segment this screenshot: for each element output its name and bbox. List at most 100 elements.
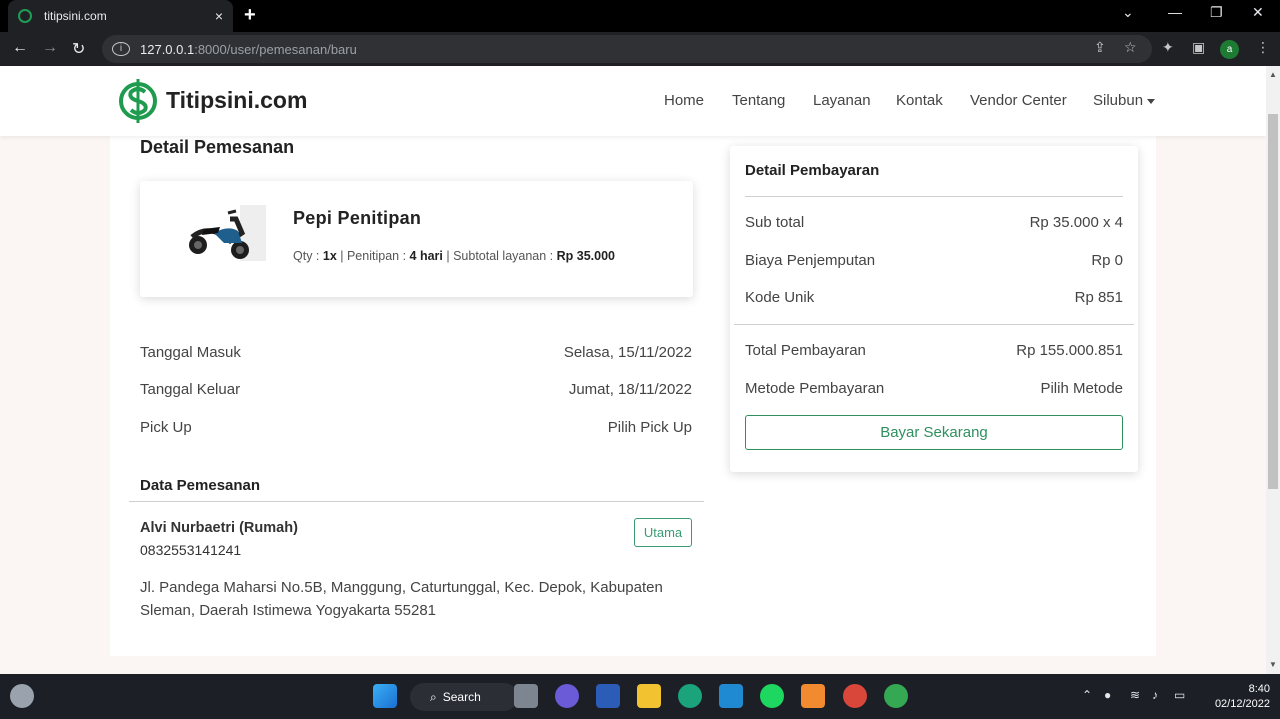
windows-start-icon[interactable] [373,684,397,708]
nav-layanan[interactable]: Layanan [813,92,871,109]
payment-row-total: Total Pembayaran Rp 155.000.851 [745,342,1123,359]
tray-chevron-icon[interactable]: ⌃ [1082,688,1092,702]
divider [745,196,1123,197]
product-qty: 1x [322,249,337,263]
url-text[interactable]: 127.0.0.1:8000/user/pemesanan/baru [140,42,357,57]
chevron-down-icon [1147,98,1156,104]
browser-tab[interactable]: titipsini.com × [8,0,233,32]
brand-name[interactable]: Titipsini.com [166,87,307,114]
payment-label: Total Pembayaran [745,342,866,359]
vscode-icon[interactable] [719,684,743,708]
payment-method-select[interactable]: Pilih Metode [1040,380,1123,397]
product-card: Pepi Penitipan Qty : 1x | Penitipan : 4 … [140,181,693,297]
divider [734,324,1134,325]
address-bar[interactable]: i 127.0.0.1:8000/user/pemesanan/baru [102,35,1152,63]
taskbar: ⌕ Search ⌃ ● ≋ ♪ ▭ 8:40 02/12/2022 [0,674,1280,719]
divider [129,501,704,502]
site-info-icon[interactable]: i [112,42,130,56]
row-label: Tanggal Masuk [140,344,241,361]
logo-icon[interactable] [118,76,158,126]
payment-row-method: Metode Pembayaran Pilih Metode [745,380,1123,397]
edge-icon[interactable] [678,684,702,708]
payment-label: Sub total [745,214,805,231]
customer-name: Alvi Nurbaetri (Rumah) [140,520,298,536]
customer-address: Jl. Pandega Maharsi No.5B, Manggung, Cat… [140,579,663,619]
profile-avatar[interactable]: a [1220,40,1239,59]
share-icon[interactable]: ⇪ [1094,39,1106,56]
customer-heading: Data Pemesanan [140,477,261,494]
payment-value: Rp 35.000 x 4 [1029,214,1123,231]
row-tanggal-keluar: Tanggal Keluar Jumat, 18/11/2022 [140,381,692,398]
task-view-icon[interactable] [514,684,538,708]
tab-close-icon[interactable]: × [215,8,223,24]
primary-address-badge[interactable]: Utama [634,518,692,547]
xampp-icon[interactable] [801,684,825,708]
product-subtotal: Rp 35.000 [556,249,616,263]
order-detail-heading: Detail Pemesanan [140,137,295,157]
window-close-icon[interactable]: ✕ [1252,4,1264,21]
tab-search-icon[interactable]: ⌄ [1122,4,1134,21]
taskbar-search[interactable]: ⌕ Search [410,683,518,711]
teams-chat-icon[interactable] [555,684,579,708]
product-meta: Qty : 1x | Penitipan : 4 hari | Subtotal… [293,249,616,263]
side-panel-icon[interactable]: ▣ [1192,39,1205,56]
payment-card: Detail Pembayaran Sub total Rp 35.000 x … [730,146,1138,472]
user-name: Silubun [1093,92,1144,109]
clock-date: 02/12/2022 [1214,698,1270,710]
site-favicon-icon [18,9,32,23]
nav-user-menu[interactable]: Silubun [1093,92,1156,109]
row-label: Pick Up [140,419,192,436]
chrome-profile-icon[interactable] [884,684,908,708]
product-name: Pepi Penitipan [293,208,422,228]
weather-icon[interactable] [10,684,34,708]
word-icon[interactable] [596,684,620,708]
browser-titlebar: titipsini.com × + ⌄ — ❐ ✕ [0,0,1280,32]
search-icon: ⌕ [430,689,437,704]
file-explorer-icon[interactable] [637,684,661,708]
nav-tentang[interactable]: Tentang [732,92,785,109]
back-icon[interactable]: ← [12,39,28,57]
page-scrollbar[interactable]: ▲ ▼ [1266,66,1280,674]
browser-toolbar: ← → ↻ i 127.0.0.1:8000/user/pemesanan/ba… [0,32,1280,66]
page-viewport: Titipsini.com Home Tentang Layanan Konta… [0,66,1266,674]
menu-icon[interactable]: ⋮ [1256,39,1270,56]
taskbar-clock[interactable]: 8:40 02/12/2022 [1200,682,1270,712]
reload-icon[interactable]: ↻ [72,39,85,59]
tab-title: titipsini.com [44,9,107,23]
battery-icon[interactable]: ▭ [1174,688,1185,702]
forward-icon[interactable]: → [42,39,58,57]
extensions-icon[interactable]: ✦ [1162,39,1174,56]
row-label: Tanggal Keluar [140,381,241,398]
scroll-up-icon[interactable]: ▲ [1269,70,1277,79]
payment-label: Kode Unik [745,289,815,306]
meet-now-icon[interactable]: ● [1104,688,1111,702]
spotify-icon[interactable] [760,684,784,708]
row-value[interactable]: Selasa, 15/11/2022 [564,344,692,361]
new-tab-icon[interactable]: + [244,4,256,27]
payment-row-subtotal: Sub total Rp 35.000 x 4 [745,214,1123,231]
bookmark-star-icon[interactable]: ☆ [1124,39,1137,56]
payment-label: Biaya Penjemputan [745,252,876,269]
nav-kontak[interactable]: Kontak [896,92,943,109]
scrollbar-thumb[interactable] [1268,114,1278,489]
site-header: Titipsini.com Home Tentang Layanan Konta… [0,66,1266,136]
payment-row-pickup-fee: Biaya Penjemputan Rp 0 [745,252,1123,269]
wifi-icon[interactable]: ≋ [1130,688,1140,702]
nav-home[interactable]: Home [664,92,704,109]
restore-icon[interactable]: ❐ [1210,4,1223,21]
volume-icon[interactable]: ♪ [1152,688,1158,702]
payment-row-unique-code: Kode Unik Rp 851 [745,289,1123,306]
scroll-down-icon[interactable]: ▼ [1269,660,1277,669]
clock-time: 8:40 [1248,683,1270,695]
minimize-icon[interactable]: — [1168,4,1182,20]
payment-title: Detail Pembayaran [745,162,880,179]
payment-total-value: Rp 155.000.851 [1016,342,1123,359]
pick-up-select[interactable]: Pilih Pick Up [608,419,692,436]
nav-vendor-center[interactable]: Vendor Center [970,92,1067,109]
payment-label: Metode Pembayaran [745,380,885,397]
row-tanggal-masuk: Tanggal Masuk Selasa, 15/11/2022 [140,344,692,361]
product-duration: 4 hari [409,249,443,263]
row-value[interactable]: Jumat, 18/11/2022 [569,381,692,398]
chrome-icon[interactable] [843,684,867,708]
pay-now-button[interactable]: Bayar Sekarang [745,415,1123,450]
